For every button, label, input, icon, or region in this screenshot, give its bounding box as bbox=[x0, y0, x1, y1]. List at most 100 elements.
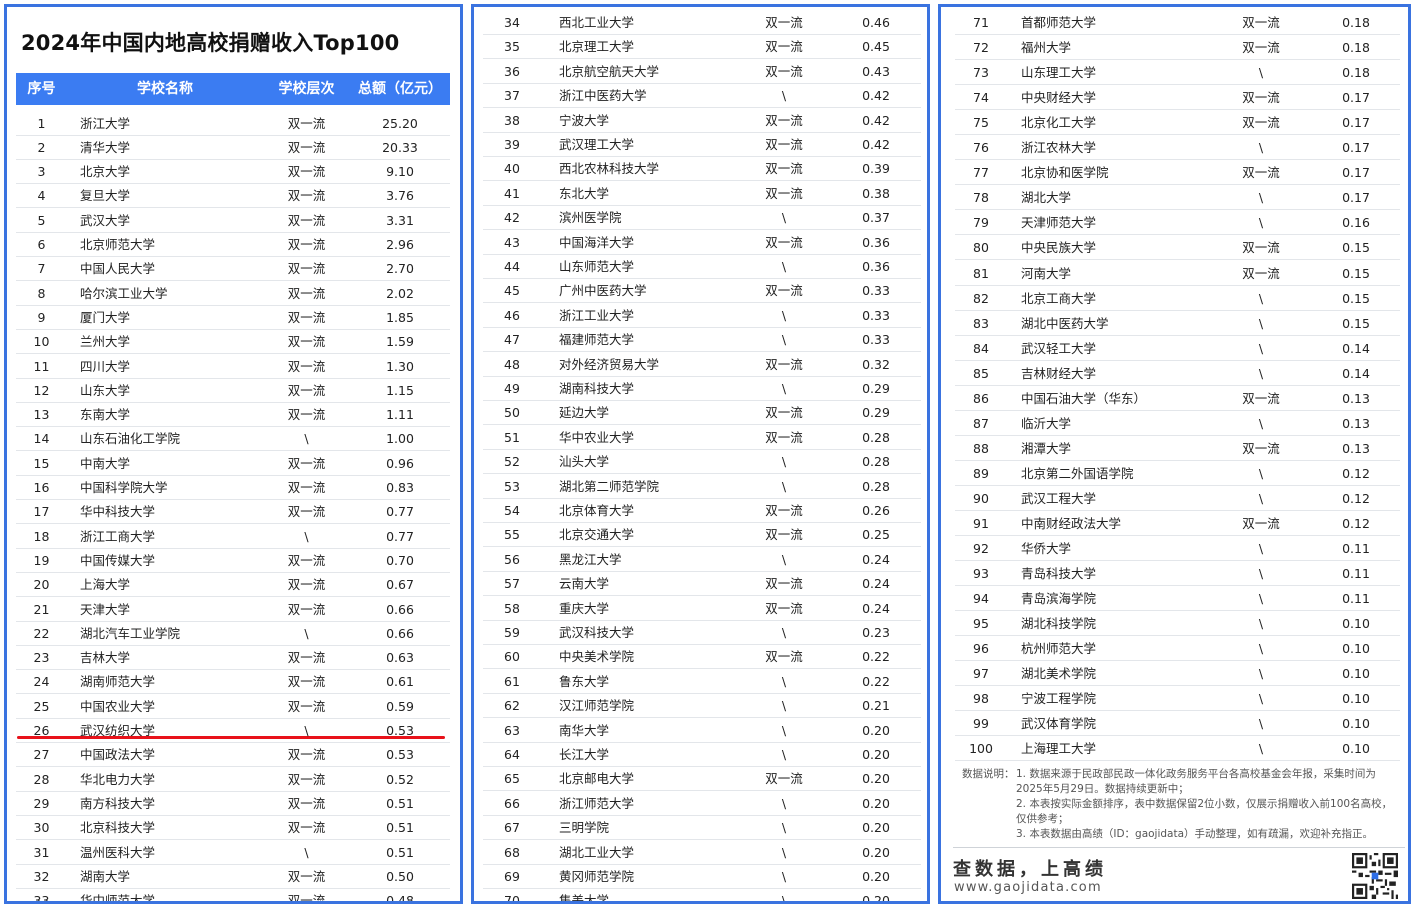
cell-amount: 1.30 bbox=[386, 358, 414, 374]
cell-amount: 0.13 bbox=[1342, 415, 1370, 431]
cell-amount: 0.33 bbox=[862, 283, 890, 299]
table-row: 15 中南大学 双一流 0.96 bbox=[16, 452, 450, 476]
cell-amount: 0.24 bbox=[862, 576, 890, 592]
cell-rank: 75 bbox=[973, 115, 989, 131]
table-row: 60 中央美术学院 双一流 0.22 bbox=[483, 645, 921, 670]
cell-level: 双一流 bbox=[1242, 15, 1280, 30]
cell-level: 双一流 bbox=[765, 283, 803, 299]
cell-rank: 39 bbox=[504, 137, 520, 152]
cell-level: \ bbox=[1258, 616, 1264, 632]
cell-level: 双一流 bbox=[765, 527, 803, 543]
cell-level: 双一流 bbox=[765, 39, 803, 55]
cell-amount: 3.31 bbox=[386, 212, 414, 228]
cell-name: 滨州医学院 bbox=[559, 210, 622, 226]
cell-level: \ bbox=[781, 210, 787, 226]
cell-name: 浙江农林大学 bbox=[1021, 140, 1097, 156]
cell-amount: 0.20 bbox=[862, 893, 890, 904]
cell-level: 双一流 bbox=[765, 137, 803, 152]
cell-level: 双一流 bbox=[287, 285, 326, 301]
cell-name: 浙江中医药大学 bbox=[559, 88, 647, 104]
cell-level: \ bbox=[1258, 566, 1264, 582]
table-row: 65 北京邮电大学 双一流 0.20 bbox=[483, 767, 921, 792]
cell-rank: 90 bbox=[973, 490, 989, 506]
table-row: 28 华北电力大学 双一流 0.52 bbox=[16, 768, 450, 792]
cell-amount: 25.20 bbox=[382, 115, 418, 131]
cell-amount: 9.10 bbox=[386, 164, 414, 180]
cell-amount: 0.43 bbox=[862, 63, 890, 79]
table-row: 9 厦门大学 双一流 1.85 bbox=[16, 306, 450, 330]
cell-name: 浙江师范大学 bbox=[559, 795, 635, 811]
cell-name: 武汉大学 bbox=[80, 212, 131, 228]
cell-amount: 0.13 bbox=[1342, 440, 1370, 456]
cell-rank: 15 bbox=[33, 455, 50, 471]
table-row: 8 哈尔滨工业大学 双一流 2.02 bbox=[16, 282, 450, 306]
table-row: 53 湖北第二师范学院 \ 0.28 bbox=[483, 475, 921, 499]
cell-amount: 0.67 bbox=[386, 577, 414, 593]
cell-amount: 0.66 bbox=[386, 601, 414, 617]
cell-rank: 35 bbox=[504, 39, 520, 55]
table-row: 43 中国海洋大学 双一流 0.36 bbox=[483, 231, 921, 255]
table-row: 93 青岛科技大学 \ 0.11 bbox=[955, 561, 1400, 587]
cell-level: 双一流 bbox=[287, 139, 326, 155]
cell-rank: 99 bbox=[973, 716, 989, 732]
cell-rank: 59 bbox=[504, 625, 520, 640]
cell-amount: 0.37 bbox=[862, 210, 890, 226]
cell-level: \ bbox=[1258, 190, 1264, 206]
table-row: 14 山东石油化工学院 \ 1.00 bbox=[16, 427, 450, 452]
cell-name: 西北工业大学 bbox=[559, 15, 635, 30]
cell-rank: 49 bbox=[504, 381, 520, 396]
cell-level: 双一流 bbox=[1242, 440, 1280, 456]
table-row: 16 中国科学院大学 双一流 0.83 bbox=[16, 476, 450, 500]
cell-name: 湖南大学 bbox=[80, 868, 131, 884]
cell-name: 武汉体育学院 bbox=[1021, 716, 1097, 732]
cell-rank: 8 bbox=[37, 285, 46, 301]
cell-level: \ bbox=[781, 869, 787, 884]
cell-rank: 74 bbox=[973, 90, 989, 106]
cell-name: 东北大学 bbox=[559, 185, 610, 201]
cell-level: \ bbox=[304, 844, 309, 860]
table-row: 3 北京大学 双一流 9.10 bbox=[16, 160, 450, 185]
cell-rank: 83 bbox=[973, 315, 989, 331]
cell-level: 双一流 bbox=[287, 407, 326, 423]
cell-level: 双一流 bbox=[1242, 115, 1280, 131]
cell-level: 双一流 bbox=[287, 747, 326, 763]
cell-name: 长江大学 bbox=[559, 747, 610, 762]
cell-amount: 0.51 bbox=[386, 820, 414, 836]
cell-name: 北京体育大学 bbox=[559, 503, 635, 518]
cell-level: 双一流 bbox=[287, 698, 326, 714]
cell-rank: 92 bbox=[973, 541, 989, 557]
cell-name: 浙江工业大学 bbox=[559, 307, 635, 323]
cell-level: \ bbox=[781, 844, 787, 860]
table-row: 90 武汉工程大学 \ 0.12 bbox=[955, 486, 1400, 511]
cell-rank: 2 bbox=[37, 139, 46, 155]
cell-amount: 0.17 bbox=[1342, 165, 1370, 181]
cell-rank: 27 bbox=[33, 747, 50, 763]
table-row: 35 北京理工大学 双一流 0.45 bbox=[483, 35, 921, 60]
cell-rank: 17 bbox=[33, 504, 50, 520]
table-row: 62 汉江师范学院 \ 0.21 bbox=[483, 694, 921, 719]
cell-name: 湖北中医药大学 bbox=[1021, 315, 1109, 331]
cell-amount: 0.10 bbox=[1342, 741, 1370, 757]
table-row: 100 上海理工大学 \ 0.10 bbox=[955, 736, 1400, 762]
table-panel-2: 34 西北工业大学 双一流 0.46 35 北京理工大学 双一流 0.45 36 北京航空航天大学… bbox=[471, 4, 930, 904]
table-row: 68 湖北工业大学 \ 0.20 bbox=[483, 841, 921, 865]
cell-amount: 0.18 bbox=[1342, 40, 1370, 56]
cell-name: 吉林大学 bbox=[80, 650, 131, 666]
cell-amount: 0.20 bbox=[862, 771, 890, 787]
cell-level: \ bbox=[1258, 215, 1264, 231]
table-row: 97 湖北美术学院 \ 0.10 bbox=[955, 661, 1400, 687]
cell-amount: 0.18 bbox=[1342, 15, 1370, 30]
cell-level: \ bbox=[1258, 716, 1264, 732]
cell-amount: 0.42 bbox=[862, 137, 890, 152]
cell-name: 山东师范大学 bbox=[559, 259, 635, 274]
cell-rank: 65 bbox=[504, 771, 520, 787]
cell-level: \ bbox=[781, 478, 787, 494]
table-row: 11 四川大学 双一流 1.30 bbox=[16, 355, 450, 379]
cell-amount: 0.17 bbox=[1342, 115, 1370, 131]
table-row: 39 武汉理工大学 双一流 0.42 bbox=[483, 133, 921, 157]
cell-name: 山东大学 bbox=[80, 382, 131, 398]
cell-rank: 52 bbox=[504, 454, 520, 470]
cell-level: \ bbox=[1258, 315, 1264, 331]
cell-name: 浙江工商大学 bbox=[80, 528, 156, 544]
cell-name: 北京师范大学 bbox=[80, 237, 156, 252]
